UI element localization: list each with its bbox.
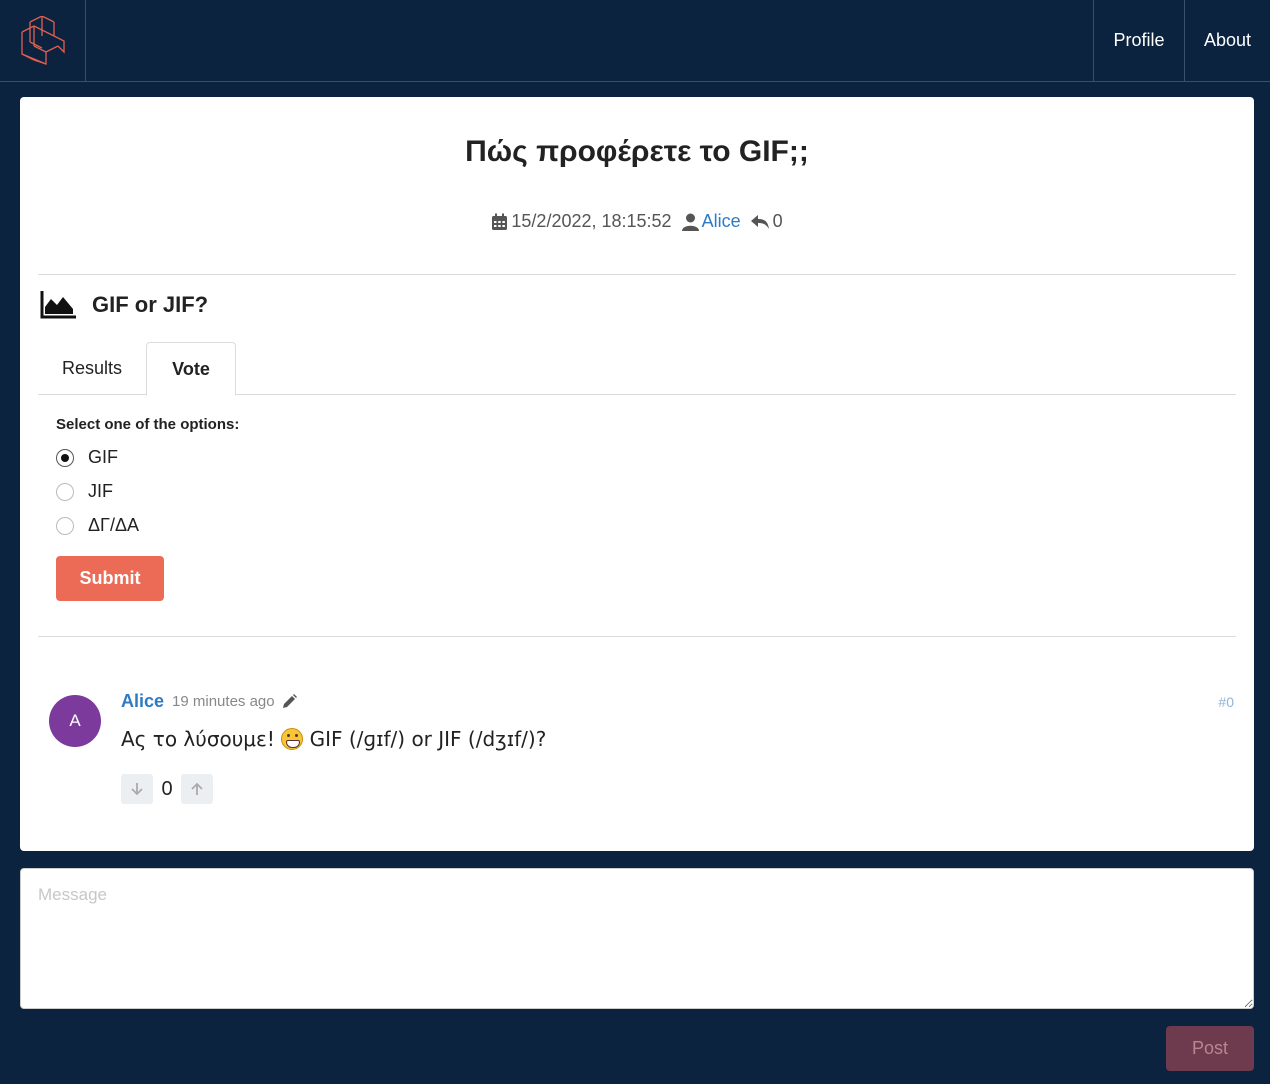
radio-button[interactable] — [56, 482, 74, 501]
poll-option-jif[interactable]: JIF — [56, 481, 113, 502]
top-navbar: Profile About — [0, 0, 1270, 82]
area-chart-icon — [40, 291, 76, 319]
tab-vote[interactable]: Vote — [146, 342, 236, 396]
thread-card: Πώς προφέρετε το GIF;; 15/2/2022, 18:15:… — [20, 97, 1254, 851]
comment-votes: 0 — [121, 774, 213, 804]
avatar[interactable]: A — [49, 695, 101, 747]
site-logo[interactable] — [0, 0, 86, 81]
user-icon — [681, 213, 699, 231]
poll-option-dont-know[interactable]: ΔΓ/ΔΑ — [56, 515, 139, 536]
option-label: ΔΓ/ΔΑ — [88, 515, 139, 535]
arrow-up-icon — [191, 782, 203, 795]
poll-title: GIF or JIF? — [92, 292, 209, 317]
comment-text-start: Ας το λύσουμε! — [121, 727, 282, 751]
comment-header: Alice 19 minutes ago — [121, 691, 297, 712]
grinning-face-icon — [281, 728, 304, 750]
thread-author-link[interactable]: Alice — [702, 211, 741, 232]
comment-author-link[interactable]: Alice — [121, 691, 164, 712]
site-logo-icon — [20, 15, 65, 65]
downvote-button[interactable] — [121, 774, 153, 804]
poll-header: GIF or JIF? — [40, 291, 208, 319]
radio-button[interactable] — [56, 516, 74, 535]
divider — [38, 274, 1236, 275]
post-button[interactable]: Post — [1166, 1026, 1254, 1071]
thread-date: 15/2/2022, 18:15:52 — [511, 211, 672, 231]
reply-count: 0 — [772, 211, 783, 231]
pencil-icon[interactable] — [282, 694, 297, 709]
submit-vote-button[interactable]: Submit — [56, 556, 164, 601]
option-label: GIF — [88, 447, 118, 467]
thread-title: Πώς προφέρετε το GIF;; — [465, 135, 809, 168]
thread-meta: 15/2/2022, 18:15:52 Alice 0 — [20, 211, 1254, 232]
nav-profile-link[interactable]: Profile — [1093, 0, 1184, 81]
divider — [38, 636, 1236, 637]
comment-text-end: GIF (/ɡɪf/) or JIF (/dʒɪf/)? — [303, 727, 547, 751]
reply-icon — [750, 214, 770, 230]
comment-timestamp: 19 minutes ago — [172, 693, 275, 710]
arrow-down-icon — [131, 783, 143, 796]
comment-permalink[interactable]: #0 — [1218, 694, 1234, 710]
radio-button[interactable] — [56, 448, 74, 467]
select-options-label: Select one of the options: — [56, 416, 240, 433]
comment-body: Ας το λύσουμε! GIF (/ɡɪf/) or JIF (/dʒɪf… — [121, 727, 546, 751]
message-input[interactable] — [20, 868, 1254, 1009]
poll-tabs: Results Vote — [38, 342, 1236, 396]
tab-results[interactable]: Results — [38, 342, 146, 395]
nav-about-link[interactable]: About — [1184, 0, 1270, 81]
vote-count: 0 — [161, 777, 173, 800]
calendar-icon — [491, 213, 508, 231]
upvote-button[interactable] — [181, 774, 213, 804]
poll-option-gif[interactable]: GIF — [56, 447, 118, 468]
option-label: JIF — [88, 481, 113, 501]
